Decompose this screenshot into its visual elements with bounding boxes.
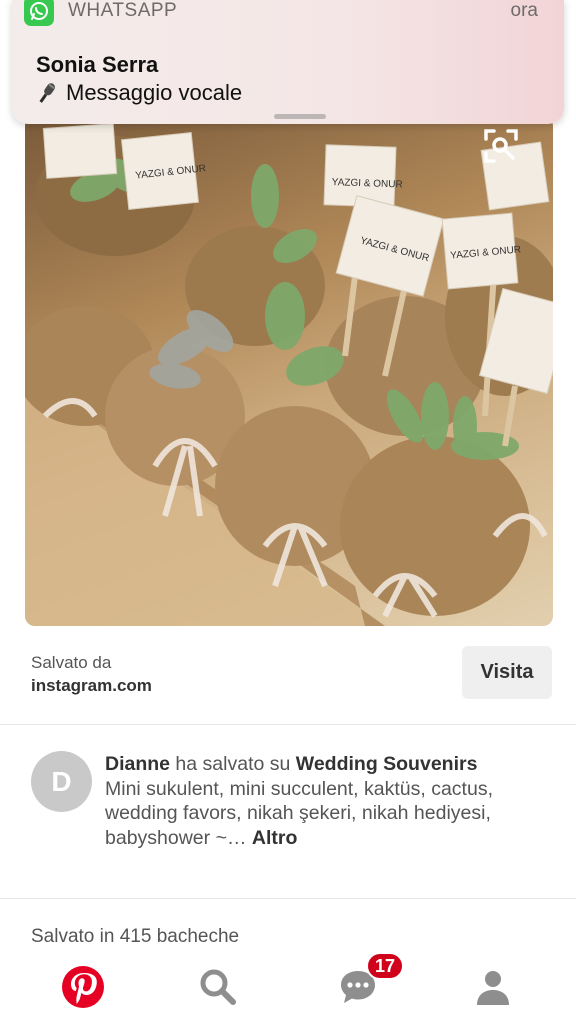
microphone-icon — [39, 83, 56, 103]
pin-image[interactable]: YAZGI & ONUR YAZGI & ONUR YAZGI & ONUR Y… — [25, 116, 553, 626]
divider — [0, 898, 576, 899]
notification-app-name: WHATSAPP — [68, 0, 178, 21]
pinterest-home-icon — [62, 966, 104, 1008]
nav-search[interactable] — [193, 962, 243, 1012]
notification-message-row: Messaggio vocale — [34, 80, 242, 106]
saver-description: Dianne ha salvato su Wedding Souvenirs M… — [105, 752, 545, 850]
pin-description: Mini sukulent, mini succulent, kaktüs, c… — [105, 777, 493, 849]
notification-sender: Sonia Serra — [36, 52, 159, 77]
notification-banner[interactable]: WHATSAPP ora Sonia Serra Messaggio vocal… — [12, 0, 564, 124]
avatar[interactable]: D — [31, 751, 92, 812]
notification-header: WHATSAPP ora — [12, 0, 564, 36]
notification-grabber[interactable] — [274, 114, 326, 119]
notification-badge: 17 — [366, 952, 404, 980]
notification-message: Messaggio vocale — [66, 80, 243, 105]
nav-profile[interactable] — [468, 962, 518, 1012]
search-icon — [200, 969, 236, 1005]
board-name[interactable]: Wedding Souvenirs — [296, 753, 478, 775]
saved-count: Salvato in 415 bacheche — [31, 926, 240, 947]
visual-search-icon — [484, 129, 518, 163]
bottom-nav: 17 — [0, 952, 576, 1024]
succulent-favors-illustration: YAZGI & ONUR YAZGI & ONUR YAZGI & ONUR Y… — [25, 123, 553, 626]
saver-action: ha salvato su — [170, 753, 296, 775]
nav-home[interactable] — [58, 962, 108, 1012]
whatsapp-icon — [24, 0, 54, 26]
visit-button[interactable]: Visita — [462, 646, 552, 699]
saved-from-label: Salvato da — [31, 653, 112, 672]
visual-search-button[interactable] — [483, 128, 529, 174]
source-row: Salvato da instagram.com Visita — [0, 630, 576, 724]
notification-time: ora — [510, 0, 538, 21]
profile-icon — [477, 971, 509, 1005]
source-domain[interactable]: instagram.com — [31, 676, 152, 696]
divider — [0, 724, 576, 725]
saver-name[interactable]: Dianne — [105, 753, 170, 775]
more-link[interactable]: Altro — [252, 827, 298, 849]
